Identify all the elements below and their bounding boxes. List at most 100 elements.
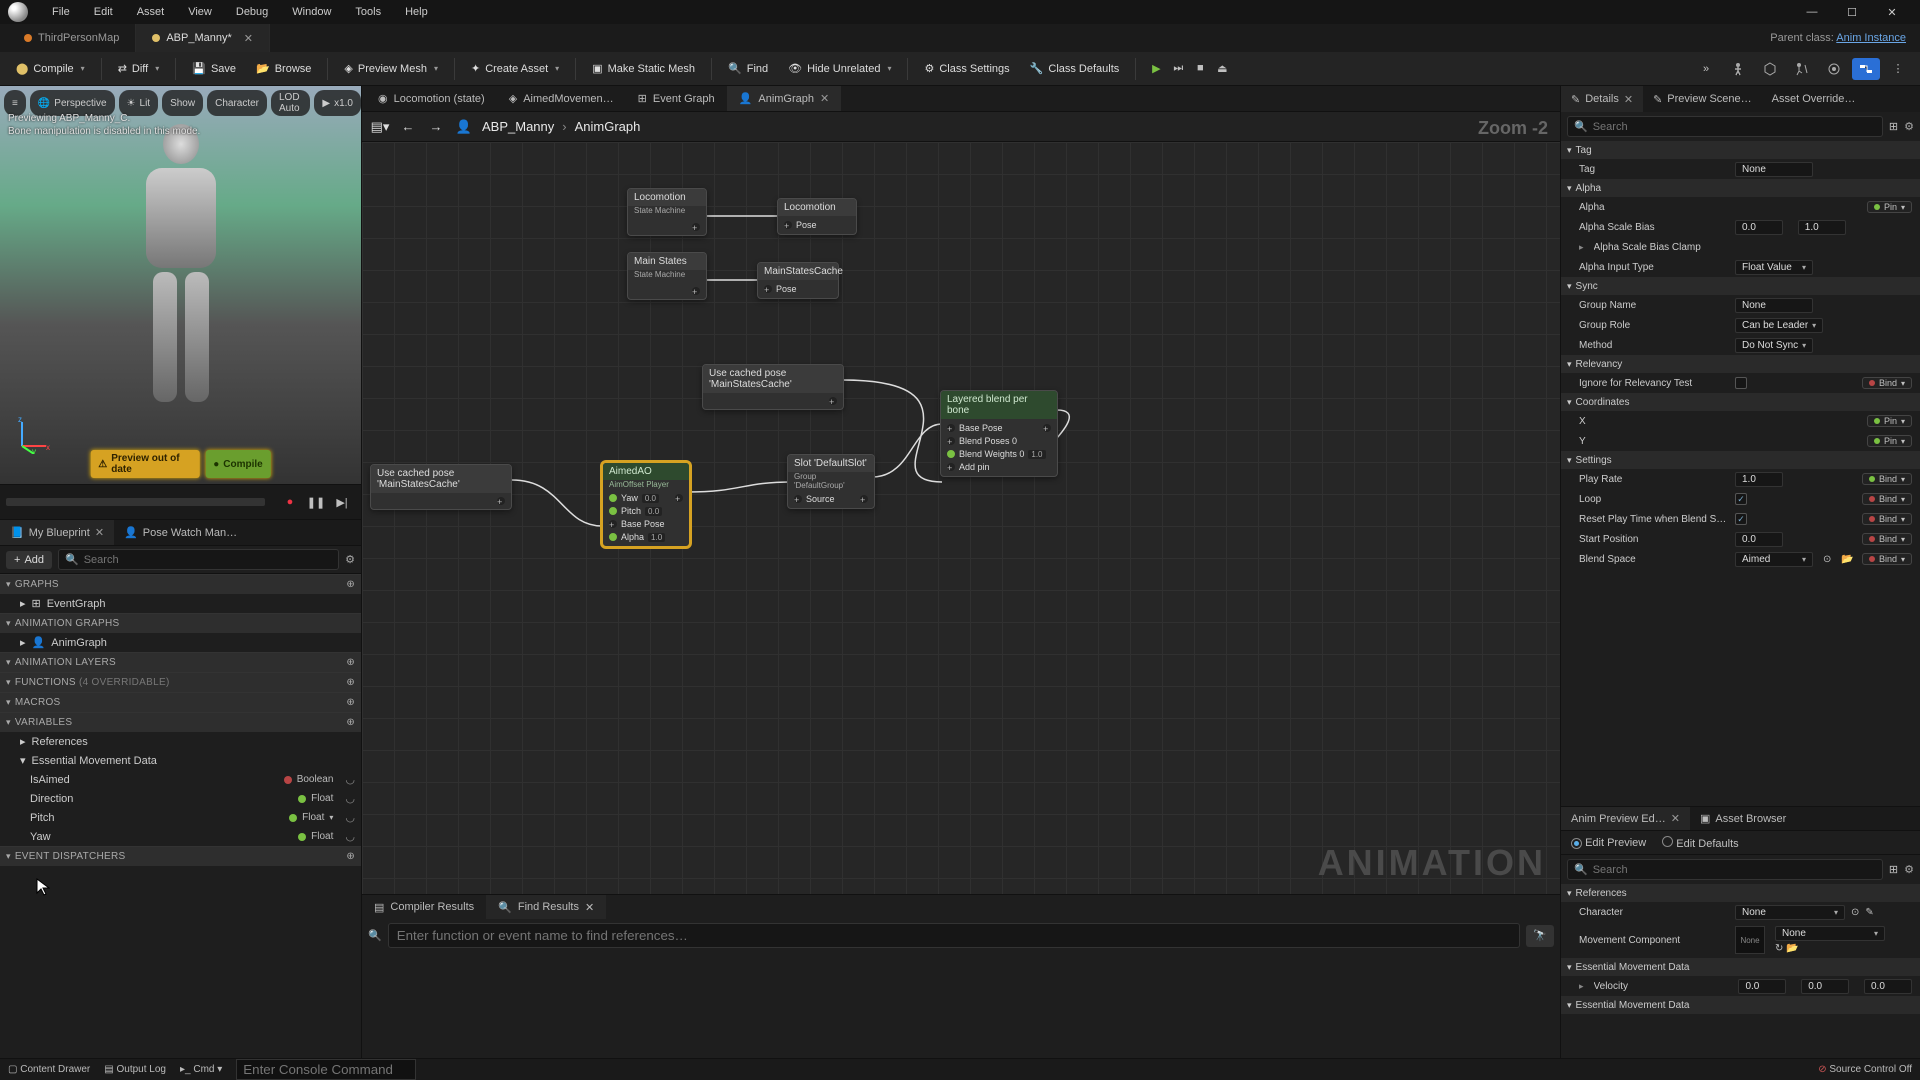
refresh-icon[interactable]: ↻ [1775, 943, 1783, 954]
target-icon[interactable]: ⊙ [1851, 907, 1859, 918]
file-tab-abp-manny[interactable]: ABP_Manny* ✕ [136, 24, 270, 52]
cat-relevancy[interactable]: ▾Relevancy [1561, 355, 1920, 373]
asb-max[interactable]: 1.0 [1798, 220, 1846, 235]
cat-sync[interactable]: ▾Sync [1561, 277, 1920, 295]
graph-tab-aimed-movement[interactable]: ◈AimedMovemen… [497, 86, 626, 111]
skeleton-mode-icon[interactable] [1724, 58, 1752, 80]
node-use-cached-pose-1[interactable]: Use cached pose 'MainStatesCache' + [702, 364, 844, 410]
yaw-pin[interactable] [609, 494, 617, 502]
node-aimed-ao[interactable]: AimedAO AimOffset Player Yaw0.0+ Pitch0.… [602, 462, 690, 547]
graph-tab-locomotion[interactable]: ◉Locomotion (state) [366, 86, 497, 111]
output-log-button[interactable]: ▤ Output Log [104, 1064, 166, 1075]
pause-button[interactable]: ❚❚ [305, 491, 327, 513]
console-input[interactable] [236, 1059, 416, 1080]
reset-checkbox[interactable] [1735, 513, 1747, 525]
compile-button[interactable]: ⬤Compile▾ [8, 58, 93, 79]
tab-compiler-results[interactable]: ▤Compiler Results [362, 895, 486, 919]
irt-checkbox[interactable] [1735, 377, 1747, 389]
gear-icon[interactable]: ⚙ [1904, 120, 1914, 133]
graph-tab-event-graph[interactable]: ⊞Event Graph [626, 86, 727, 111]
eject-button[interactable]: ⏏ [1214, 62, 1230, 75]
mc-dropdown[interactable]: None▾ [1775, 926, 1885, 941]
node-main-states-sm[interactable]: Main States State Machine + [627, 252, 707, 300]
stop-button[interactable]: ■ [1192, 62, 1208, 75]
node-slot-default[interactable]: Slot 'DefaultSlot' Group 'DefaultGroup' … [787, 454, 875, 509]
anim-mode-icon[interactable] [1788, 58, 1816, 80]
menu-asset[interactable]: Asset [125, 6, 177, 18]
base-pose-pin[interactable]: + [947, 424, 955, 432]
tab-details[interactable]: ✎Details✕ [1561, 86, 1643, 112]
tab-anim-preview-editor[interactable]: Anim Preview Ed…✕ [1561, 807, 1690, 830]
physics-mode-icon[interactable] [1820, 58, 1848, 80]
find-input[interactable] [388, 923, 1520, 948]
pencil-icon[interactable]: ✎ [1865, 907, 1873, 918]
section-graphs[interactable]: ▾GRAPHS⊕ [0, 574, 361, 594]
browse-icon[interactable]: ⊙ [1823, 554, 1831, 565]
visibility-icon[interactable]: ◡ [345, 792, 355, 805]
preview-viewport[interactable]: ≡ 🌐Perspective ☀Lit Show Character LOD A… [0, 86, 361, 484]
binoculars-icon[interactable]: 🔭 [1526, 925, 1554, 947]
close-icon[interactable]: ✕ [1624, 93, 1633, 106]
cat-tag[interactable]: ▾Tag [1561, 141, 1920, 159]
mesh-mode-icon[interactable] [1756, 58, 1784, 80]
cat-settings[interactable]: ▾Settings [1561, 451, 1920, 469]
close-icon[interactable]: ✕ [585, 901, 594, 914]
menu-debug[interactable]: Debug [224, 6, 280, 18]
source-control-button[interactable]: ⊘ Source Control Off [1818, 1064, 1912, 1075]
record-button[interactable]: ● [279, 491, 301, 513]
parent-class-link[interactable]: Anim Instance [1836, 32, 1906, 44]
close-icon[interactable]: ✕ [1671, 812, 1680, 825]
preview-mesh-button[interactable]: ◈Preview Mesh▾ [336, 58, 446, 79]
close-button[interactable]: ✕ [1878, 6, 1906, 19]
alpha-bind[interactable]: Pin▾ [1867, 201, 1912, 213]
timeline-track[interactable] [6, 498, 265, 506]
character-dropdown[interactable]: None▾ [1735, 905, 1845, 920]
viewport-lod[interactable]: LOD Auto [271, 90, 310, 116]
add-button[interactable]: + Add [6, 551, 52, 569]
var-isaimed[interactable]: IsAimedBoolean◡ [0, 770, 361, 789]
tab-my-blueprint[interactable]: 📘My Blueprint✕ [0, 520, 114, 545]
grid-icon[interactable]: ⊞ [1889, 863, 1898, 876]
visibility-icon[interactable]: ◡ [345, 811, 355, 824]
output-pin[interactable]: + [497, 497, 505, 505]
nav-back-icon[interactable]: ← [398, 119, 418, 134]
tag-dropdown[interactable]: None [1735, 162, 1813, 177]
save-button[interactable]: 💾Save [184, 58, 244, 79]
var-direction[interactable]: DirectionFloat◡ [0, 789, 361, 808]
group-role[interactable]: Can be Leader▾ [1735, 318, 1823, 333]
section-functions[interactable]: ▾FUNCTIONS (4 OVERRIDABLE)⊕ [0, 672, 361, 692]
tab-pose-watch[interactable]: 👤Pose Watch Man… [114, 520, 247, 545]
tree-references[interactable]: ▸References [0, 732, 361, 751]
var-pitch[interactable]: PitchFloat▾◡ [0, 808, 361, 827]
tree-event-graph[interactable]: ▸⊞EventGraph [0, 594, 361, 613]
radio-edit-defaults[interactable]: Edit Defaults [1662, 836, 1738, 850]
class-settings-button[interactable]: ⚙Class Settings [916, 58, 1017, 79]
base-pose-pin[interactable]: + [609, 520, 617, 528]
bspace-bind[interactable]: Bind▾ [1862, 553, 1912, 565]
section-variables[interactable]: ▾VARIABLES⊕ [0, 712, 361, 732]
add-icon[interactable]: ⊕ [346, 697, 355, 708]
tab-find-results[interactable]: 🔍Find Results✕ [486, 895, 606, 919]
loop-checkbox[interactable] [1735, 493, 1747, 505]
output-pin[interactable]: + [1043, 424, 1051, 432]
output-pin[interactable]: + [860, 495, 868, 503]
visibility-icon[interactable]: ◡ [345, 830, 355, 843]
ait-dropdown[interactable]: Float Value▾ [1735, 260, 1813, 275]
node-locomotion-cache[interactable]: Locomotion +Pose [777, 198, 857, 235]
section-anim-layers[interactable]: ▾ANIMATION LAYERS⊕ [0, 652, 361, 672]
viewport-character[interactable]: Character [207, 90, 267, 116]
add-pin[interactable]: + [947, 463, 955, 471]
irt-bind[interactable]: Bind▾ [1862, 377, 1912, 389]
anim-graph-canvas[interactable]: Locomotion State Machine + Locomotion +P… [362, 142, 1560, 894]
add-icon[interactable]: ⊕ [346, 851, 355, 862]
file-tab-thirdpersonmap[interactable]: ThirdPersonMap [8, 24, 136, 52]
output-pin[interactable]: + [829, 397, 837, 405]
playrate-bind[interactable]: Bind▾ [1862, 473, 1912, 485]
menu-window[interactable]: Window [280, 6, 343, 18]
add-icon[interactable]: ⊕ [346, 657, 355, 668]
folder-icon[interactable]: 📂 [1786, 943, 1798, 954]
tab-asset-browser[interactable]: ▣Asset Browser [1690, 807, 1796, 830]
make-static-mesh-button[interactable]: ▣Make Static Mesh [584, 58, 703, 79]
y-bind[interactable]: Pin▾ [1867, 435, 1912, 447]
visibility-icon[interactable]: ◡ [345, 773, 355, 786]
